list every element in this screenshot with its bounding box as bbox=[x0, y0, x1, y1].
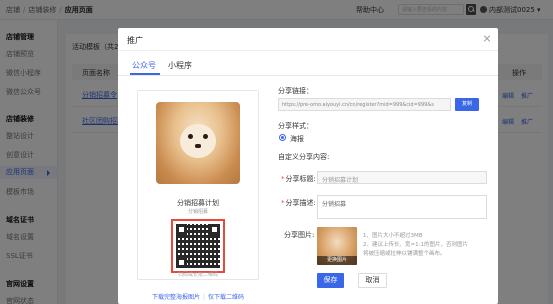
poster-image bbox=[156, 102, 240, 184]
share-title-label: *分享标题: bbox=[281, 175, 316, 183]
share-link-label: 分享链接： bbox=[278, 87, 313, 95]
close-icon[interactable] bbox=[483, 34, 492, 43]
qr-code-frame bbox=[171, 219, 225, 273]
tab-mini-program[interactable]: 小程序 bbox=[168, 60, 192, 71]
poster-preview: 分销招募计划 分销招募 bbox=[137, 90, 259, 280]
tab-official-account[interactable]: 公众号 bbox=[132, 60, 156, 71]
poster-subtitle: 分销招募 bbox=[187, 209, 208, 215]
download-qr-link[interactable]: 仅下载二维码 bbox=[208, 294, 244, 301]
image-tips: 1、图片大小不超过3MB 2、建议上传长、宽=1:1的图片，否则图片 将被压缩或… bbox=[363, 233, 468, 257]
poster-title: 分销招募计划 bbox=[177, 199, 219, 207]
poster-radio-label: 海报 bbox=[290, 135, 304, 143]
download-links: 下载完整海报图片 | 仅下载二维码 bbox=[151, 294, 245, 301]
download-poster-link[interactable]: 下载完整海报图片 bbox=[152, 294, 200, 301]
share-link-field[interactable]: https://pre-omo.aiyouyi.cn/cn/register?m… bbox=[278, 98, 451, 111]
divider bbox=[118, 50, 498, 51]
save-button[interactable]: 保存 bbox=[317, 273, 344, 288]
poster-radio[interactable] bbox=[279, 134, 286, 141]
cancel-button[interactable]: 取消 bbox=[358, 273, 387, 288]
share-image-label: 分享图片: bbox=[284, 231, 315, 239]
share-title-input[interactable]: 分销招募计划 bbox=[317, 171, 487, 184]
share-image-thumbnail[interactable]: 更换图片 bbox=[317, 227, 357, 265]
qr-code bbox=[176, 224, 220, 268]
change-image-button[interactable]: 更换图片 bbox=[317, 256, 357, 265]
share-desc-label: *分享描述: bbox=[281, 199, 316, 207]
promote-dialog: 推广 公众号 小程序 分销招募计划 分销招募 扫码或长按二维码 下载完整海报图片… bbox=[118, 28, 498, 304]
dialog-title: 推广 bbox=[127, 36, 143, 45]
custom-share-label: 自定义分享内容: bbox=[278, 153, 330, 161]
tabs-divider bbox=[118, 75, 498, 76]
share-desc-textarea[interactable]: 分销招募 bbox=[317, 195, 487, 219]
qr-note: 扫码或长按二维码 bbox=[177, 272, 218, 278]
share-style-label: 分享样式： bbox=[278, 122, 313, 130]
copy-button[interactable]: 复制 bbox=[455, 98, 479, 111]
